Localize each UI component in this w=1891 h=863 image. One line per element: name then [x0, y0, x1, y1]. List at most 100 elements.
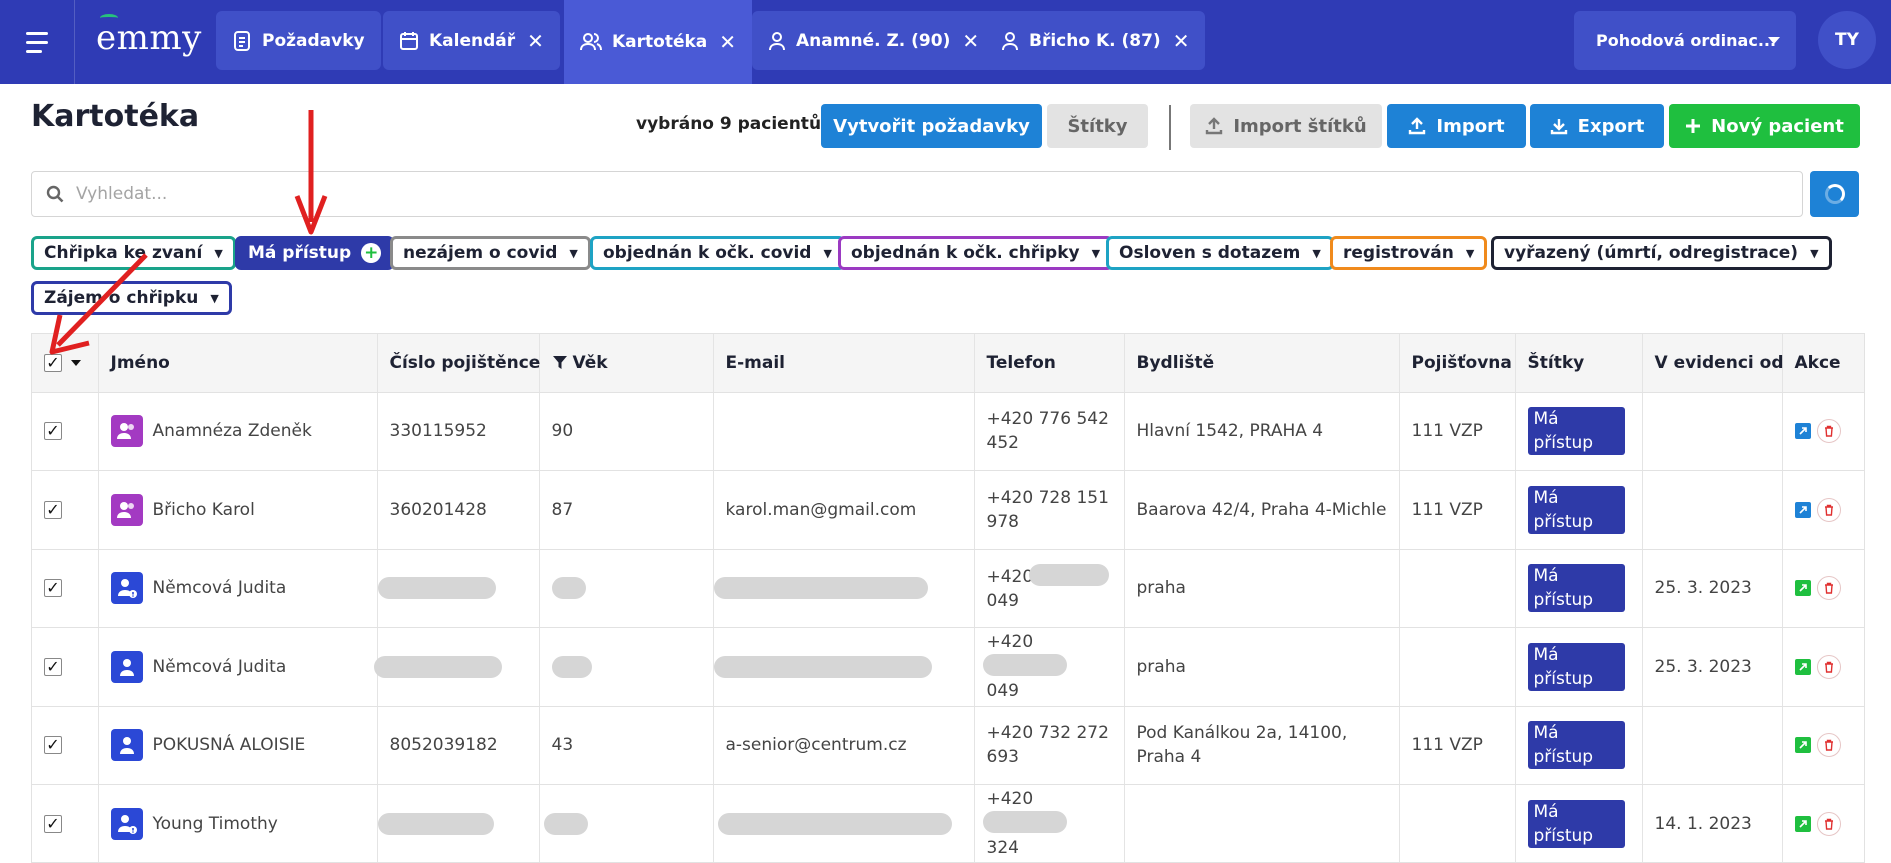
filter-icon[interactable] — [552, 354, 568, 370]
table-row[interactable]: ✓ POKUSNÁ ALOISIE 8052039182 43 a-senior… — [32, 706, 1864, 785]
import-tags-button[interactable]: Import štítků — [1190, 104, 1382, 148]
close-tab-icon[interactable]: ✕ — [1173, 31, 1190, 51]
delete-icon[interactable] — [1816, 419, 1841, 444]
filter-chip-vyrazeny[interactable]: vyřazený (úmrtí, odregistrace) ▼ — [1491, 236, 1832, 270]
clipboard-icon — [234, 30, 250, 51]
row-checkbox[interactable]: ✓ — [44, 421, 62, 441]
top-navigation-bar: emmy Požadavky Kalendář ✕ Kartotéka ✕ An… — [0, 0, 1891, 84]
redacted-block — [713, 577, 928, 600]
chevron-down-icon: ▼ — [823, 246, 832, 260]
tab-label: Požadavky — [262, 30, 365, 51]
phone: +420 732 272 693 — [974, 706, 1125, 785]
address: praha — [1124, 549, 1400, 628]
delete-icon[interactable] — [1816, 811, 1841, 836]
column-header-email[interactable]: E-mail — [713, 334, 975, 393]
filter-chip-osloven[interactable]: Osloven s dotazem ▼ — [1106, 236, 1334, 270]
filter-chip-ma-pristup[interactable]: Má přístup + — [235, 236, 395, 270]
search-input[interactable] — [76, 184, 1676, 204]
import-button[interactable]: Import — [1387, 104, 1526, 148]
patient-name[interactable]: POKUSNÁ ALOISIE — [153, 733, 306, 757]
clinic-selector[interactable]: Pohodová ordinac... — [1574, 11, 1796, 70]
chevron-down-icon: ▼ — [1312, 246, 1321, 260]
close-tab-icon[interactable]: ✕ — [962, 31, 979, 51]
open-external-icon[interactable] — [1794, 658, 1811, 675]
redacted-block — [373, 655, 502, 678]
tab-patient-records[interactable]: Kartotéka ✕ — [564, 0, 753, 84]
column-header-insurance-number[interactable]: Číslo pojištěnce — [377, 334, 540, 393]
address: Baarova 42/4, Praha 4-Michle — [1124, 470, 1400, 550]
tab-calendar[interactable]: Kalendář ✕ — [383, 11, 560, 70]
column-header-age[interactable]: Věk — [539, 334, 714, 393]
chevron-down-icon: ▼ — [210, 291, 219, 305]
filter-chip-objednan-chripky[interactable]: objednán k očk. chřipky ▼ — [838, 236, 1114, 270]
tab-requests[interactable]: Požadavky — [216, 11, 381, 70]
open-external-icon[interactable] — [1794, 815, 1811, 832]
user-icon — [1002, 31, 1018, 50]
redacted-block — [551, 577, 586, 600]
table-row[interactable]: ✓ Young Timothy +420 324 Má přístup 14. 1… — [32, 784, 1864, 862]
select-all-checkbox[interactable]: ✓ — [44, 353, 62, 372]
column-header-tags[interactable]: Štítky — [1515, 334, 1643, 393]
patient-group-icon — [110, 415, 143, 448]
insurance-number: 330115952 — [377, 392, 540, 471]
patient-name[interactable]: Němcová Judita — [153, 576, 287, 600]
user-avatar[interactable]: TY — [1818, 11, 1876, 69]
table-row[interactable]: ✓ Němcová Judita +420 049 praha Má přístu… — [32, 627, 1864, 707]
row-checkbox[interactable]: ✓ — [44, 814, 62, 833]
email — [713, 392, 975, 471]
delete-icon[interactable] — [1816, 733, 1841, 758]
email — [713, 627, 975, 707]
patients-table: ✓ Jméno Číslo pojištěnce Věk E-mail Tele… — [31, 333, 1865, 863]
row-checkbox[interactable]: ✓ — [44, 500, 62, 519]
patient-name[interactable]: Anamnéza Zdeněk — [153, 419, 312, 443]
open-external-icon[interactable] — [1794, 423, 1811, 440]
tab-label: Anamné. Z. (90) — [796, 30, 951, 51]
table-row[interactable]: ✓ Břicho Karol 360201428 87 karol.man@gm… — [32, 470, 1864, 550]
filter-chip-chripka-ke-zvani[interactable]: Chřipka ke zvaní ▼ — [31, 236, 236, 270]
delete-icon[interactable] — [1816, 576, 1841, 601]
users-icon — [580, 33, 602, 51]
add-plus-icon[interactable]: + — [361, 243, 382, 263]
export-button[interactable]: Export — [1530, 104, 1664, 148]
row-checkbox[interactable]: ✓ — [44, 657, 62, 676]
delete-icon[interactable] — [1816, 497, 1841, 522]
open-external-icon[interactable] — [1794, 737, 1811, 754]
registered-since: 25. 3. 2023 — [1642, 627, 1783, 707]
insurance-number — [373, 627, 540, 707]
new-patient-button[interactable]: Nový pacient — [1669, 104, 1860, 148]
close-tab-icon[interactable]: ✕ — [527, 31, 544, 51]
registered-since: 14. 1. 2023 — [1642, 784, 1783, 862]
search-loading-button[interactable] — [1810, 171, 1859, 217]
menu-button[interactable] — [0, 0, 75, 84]
tags-button[interactable]: Štítky — [1047, 104, 1148, 148]
open-external-icon[interactable] — [1794, 580, 1811, 597]
delete-icon[interactable] — [1816, 654, 1841, 679]
table-header-row: ✓ Jméno Číslo pojištěnce Věk E-mail Tele… — [32, 334, 1864, 393]
filter-chip-objednan-covid[interactable]: objednán k očk. covid ▼ — [590, 236, 845, 270]
filter-chip-zajem-o-chripku[interactable]: Zájem o chřipku ▼ — [31, 281, 232, 315]
column-header-insurer[interactable]: Pojišťovna — [1399, 334, 1516, 393]
tab-patient-anamneza[interactable]: Anamné. Z. (90) ✕ — [752, 11, 996, 70]
close-tab-icon[interactable]: ✕ — [719, 32, 736, 52]
row-checkbox[interactable]: ✓ — [44, 735, 62, 755]
open-external-icon[interactable] — [1794, 501, 1811, 518]
email: karol.man@gmail.com — [713, 470, 975, 550]
patient-name[interactable]: Young Timothy — [153, 812, 278, 836]
table-row[interactable]: ✓ Anamnéza Zdeněk 330115952 90 +420 776 … — [32, 392, 1864, 471]
column-header-address[interactable]: Bydliště — [1124, 334, 1400, 393]
table-row[interactable]: ✓ Němcová Judita +420 049 praha Má přístu… — [32, 549, 1864, 628]
column-header-phone[interactable]: Telefon — [974, 334, 1125, 393]
patient-name[interactable]: Břicho Karol — [153, 498, 255, 522]
email: a-senior@centrum.cz — [713, 706, 975, 785]
patient-name[interactable]: Němcová Judita — [153, 655, 287, 679]
calendar-icon — [400, 31, 418, 50]
chevron-down-icon[interactable] — [71, 359, 81, 366]
row-checkbox[interactable]: ✓ — [44, 578, 62, 598]
create-requests-button[interactable]: Vytvořit požadavky — [821, 104, 1042, 148]
filter-chip-nezajem-o-covid[interactable]: nezájem o covid ▼ — [390, 236, 591, 270]
column-header-name[interactable]: Jméno — [98, 334, 378, 393]
column-header-registered-since[interactable]: V evidenci od — [1642, 334, 1784, 393]
tab-patient-bricho[interactable]: Břicho K. (87) ✕ — [985, 11, 1206, 70]
filter-chip-registrovan[interactable]: registrován ▼ — [1330, 236, 1488, 270]
app-logo[interactable]: emmy — [96, 14, 202, 58]
